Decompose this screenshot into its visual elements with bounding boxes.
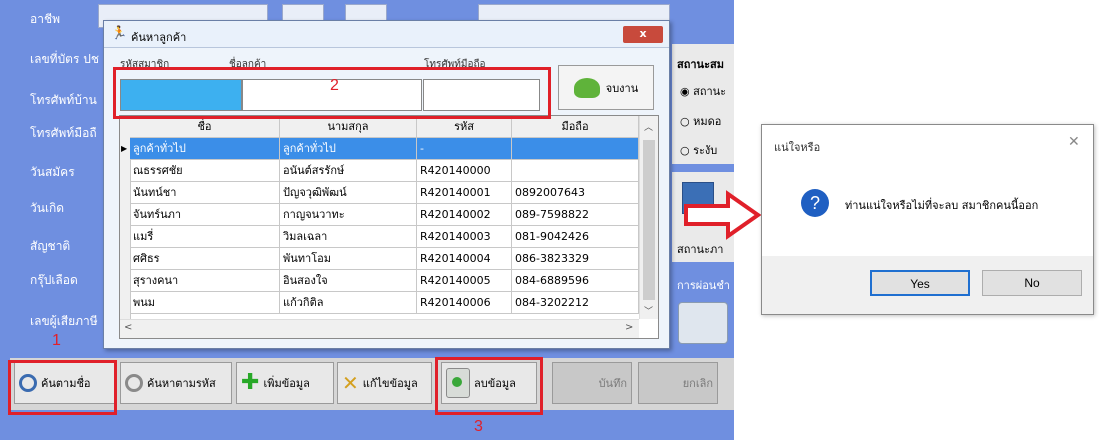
table-cell[interactable]: ลูกค้าทั่วไป <box>130 138 280 160</box>
question-icon: ? <box>801 189 829 217</box>
scroll-thumb[interactable] <box>643 140 655 300</box>
table-cell[interactable]: 081-9042426 <box>512 226 639 248</box>
card-machine-icon <box>678 302 728 344</box>
annotation-number-1: 1 <box>52 332 61 349</box>
magnifier-icon <box>125 374 143 392</box>
table-cell[interactable]: จันทร์นภา <box>130 204 280 226</box>
table-cell[interactable]: นันทน์ชา <box>130 182 280 204</box>
dialog-title-bar: 🏃 ค้นหาลูกค้า x <box>104 21 669 48</box>
save-label: บันทึก <box>598 377 627 390</box>
scroll-left-icon[interactable]: < <box>124 322 132 333</box>
table-cell[interactable]: R420140002 <box>417 204 512 226</box>
table-cell[interactable]: ณธรรศชัย <box>130 160 280 182</box>
column-header-code[interactable]: รหัส <box>417 116 512 138</box>
dialog-close-button[interactable]: x <box>623 26 663 43</box>
users-icon <box>573 77 600 98</box>
table-cell[interactable]: แมรี่ <box>130 226 280 248</box>
label-nationality: สัญชาติ <box>30 239 71 253</box>
label-blood-group: กรุ๊ปเลือด <box>30 273 78 287</box>
radio-label: ระงับ <box>693 144 718 157</box>
radio-status-active[interactable]: ◉ สถานะ <box>680 82 726 100</box>
red-arrow-icon <box>684 190 762 240</box>
vertical-scrollbar[interactable]: ︿ ﹀ <box>639 116 658 319</box>
table-cell[interactable]: R420140006 <box>417 292 512 314</box>
search-by-code-label: ค้นหาตามรหัส <box>147 377 216 390</box>
done-label: จบงาน <box>605 81 639 95</box>
radio-label: สถานะ <box>693 85 727 98</box>
horizontal-scrollbar[interactable]: < > <box>120 319 639 338</box>
label-home-phone: โทรศัพท์บ้าน <box>30 93 97 107</box>
yes-button[interactable]: Yes <box>870 270 970 296</box>
table-cell[interactable]: วิมลเฉลา <box>280 226 417 248</box>
radio-label: หมดอ <box>693 115 722 128</box>
table-cell[interactable]: 084-6889596 <box>512 270 639 292</box>
table-cell[interactable] <box>512 160 639 182</box>
customer-table: ▶ ชื่อ นามสกุล รหัส มือถือ ลูกค้าทั่วไปล… <box>119 115 659 339</box>
status-title: สถานะสม <box>677 58 724 71</box>
radio-status-expired[interactable]: ○ หมดอ <box>680 112 721 130</box>
confirm-delete-dialog: แน่ใจหรือ ✕ ? ท่านแน่ใจหรือไม่ที่จะลบ สม… <box>761 124 1094 315</box>
table-cell[interactable]: แก้วกิติล <box>280 292 417 314</box>
confirm-message: ท่านแน่ใจหรือไม่ที่จะลบ สมาชิกคนนี้ออก <box>845 199 1039 212</box>
table-cell[interactable]: สุรางคนา <box>130 270 280 292</box>
label-id-card: เลขที่บัตร ปช <box>30 52 99 66</box>
scroll-up-icon[interactable]: ︿ <box>644 120 653 133</box>
table-cell[interactable]: R420140004 <box>417 248 512 270</box>
scroll-down-icon[interactable]: ﹀ <box>644 304 653 317</box>
label-mobile-phone: โทรศัพท์มือถื <box>30 126 97 140</box>
table-cell[interactable]: R420140001 <box>417 182 512 204</box>
annotation-box-1 <box>8 360 117 415</box>
label-tax-id: เลขผู้เสียภาษี <box>30 314 98 328</box>
radio-status-suspended[interactable]: ○ ระงับ <box>680 141 717 159</box>
annotation-number-2: 2 <box>330 77 339 94</box>
table-cell[interactable]: R420140005 <box>417 270 512 292</box>
cancel-button[interactable]: ยกเลิก <box>638 362 718 404</box>
confirm-title: แน่ใจหรือ <box>774 141 821 154</box>
table-cell[interactable]: พนม <box>130 292 280 314</box>
scroll-right-icon[interactable]: > <box>625 322 633 333</box>
no-button[interactable]: No <box>982 270 1082 296</box>
runner-icon: 🏃 <box>111 26 128 41</box>
column-header-name[interactable]: ชื่อ <box>130 116 280 138</box>
tools-icon: ✕ <box>342 371 359 395</box>
status-image-label: สถานะภา <box>677 243 724 256</box>
table-cell[interactable]: ศศิธร <box>130 248 280 270</box>
table-cell[interactable]: 089-7598822 <box>512 204 639 226</box>
label-birth-date: วันเกิด <box>30 201 65 215</box>
save-button[interactable]: บันทึก <box>552 362 632 404</box>
add-data-label: เพิ่มข้อมูล <box>263 377 310 390</box>
table-cell[interactable]: ปัญจวุฒิพัฒน์ <box>280 182 417 204</box>
table-cell[interactable] <box>512 138 639 160</box>
table-cell[interactable]: พันทาโอม <box>280 248 417 270</box>
label-occupation: อาชีพ <box>30 12 60 26</box>
current-row-marker-icon: ▶ <box>121 144 128 153</box>
edit-data-button[interactable]: ✕ แก้ไขข้อมูล <box>337 362 432 404</box>
dialog-title: ค้นหาลูกค้า <box>131 31 187 44</box>
confirm-close-button[interactable]: ✕ <box>1068 134 1080 150</box>
search-by-code-button[interactable]: ค้นหาตามรหัส <box>120 362 232 404</box>
edit-data-label: แก้ไขข้อมูล <box>362 377 418 390</box>
plus-icon: ✚ <box>241 370 260 395</box>
table-cell[interactable]: 086-3823329 <box>512 248 639 270</box>
table-cell[interactable]: R420140003 <box>417 226 512 248</box>
installment-label: การผ่อนชำ <box>677 279 730 292</box>
annotation-box-3 <box>435 357 543 415</box>
label-register-date: วันสมัคร <box>30 165 75 179</box>
column-header-surname[interactable]: นามสกุล <box>280 116 417 138</box>
column-header-mobile[interactable]: มือถือ <box>512 116 639 138</box>
table-cell[interactable]: - <box>417 138 512 160</box>
add-data-button[interactable]: ✚ เพิ่มข้อมูล <box>236 362 334 404</box>
table-cell[interactable]: อินสองใจ <box>280 270 417 292</box>
table-cell[interactable]: อนันต์สรรักษ์ <box>280 160 417 182</box>
table-cell[interactable]: 0892007643 <box>512 182 639 204</box>
table-cell[interactable]: ลูกค้าทั่วไป <box>280 138 417 160</box>
done-button[interactable]: จบงาน <box>558 65 654 110</box>
table-cell[interactable]: 084-3202212 <box>512 292 639 314</box>
annotation-number-3: 3 <box>474 418 483 435</box>
table-cell[interactable]: กาญจนวาทะ <box>280 204 417 226</box>
cancel-label: ยกเลิก <box>682 377 713 390</box>
table-cell[interactable]: R420140000 <box>417 160 512 182</box>
